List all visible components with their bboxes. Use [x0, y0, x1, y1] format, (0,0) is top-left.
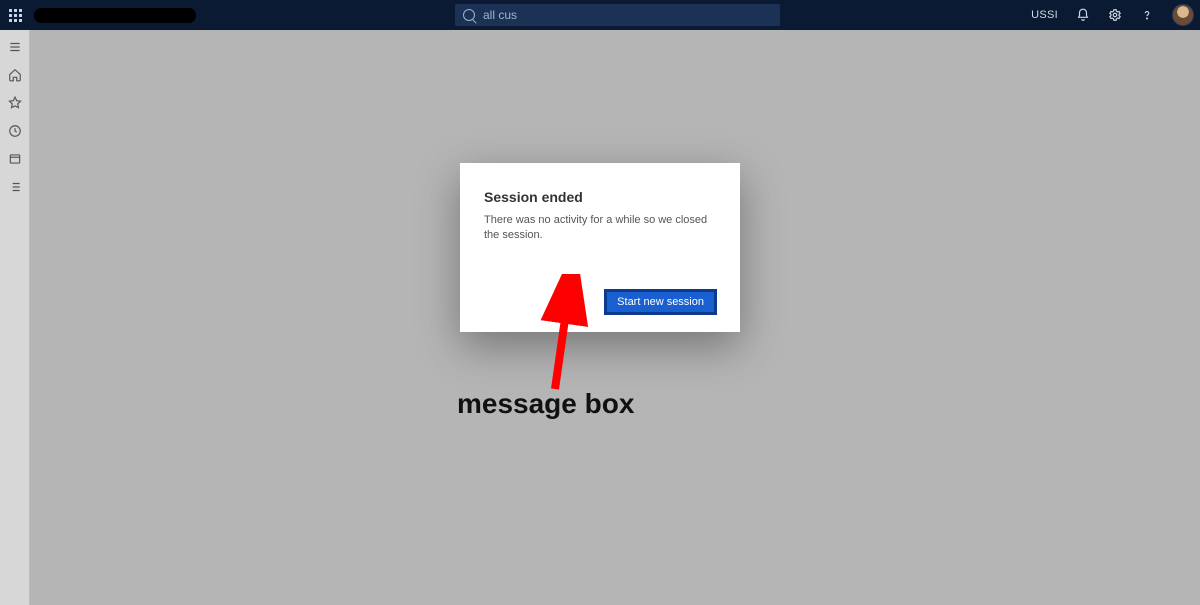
top-header: all cus USSI — [0, 0, 1200, 30]
workspace-icon[interactable] — [8, 152, 22, 166]
global-search-input[interactable]: all cus — [455, 4, 780, 26]
header-right-cluster: USSI — [1031, 0, 1194, 30]
org-label: USSI — [1031, 9, 1058, 21]
list-icon[interactable] — [8, 180, 22, 194]
left-sidebar — [0, 30, 30, 605]
redacted-title — [34, 8, 196, 23]
annotation-label: message box — [457, 388, 634, 420]
dialog-title: Session ended — [484, 189, 716, 205]
home-icon[interactable] — [8, 68, 22, 82]
search-icon — [463, 9, 475, 21]
gear-icon[interactable] — [1108, 8, 1122, 22]
dialog-footer: Start new session — [484, 290, 716, 314]
help-icon[interactable] — [1140, 8, 1154, 22]
app-launcher-button[interactable] — [0, 0, 30, 30]
star-icon[interactable] — [8, 96, 22, 110]
dialog-message: There was no activity for a while so we … — [484, 213, 716, 244]
search-text: all cus — [483, 8, 517, 22]
user-avatar[interactable] — [1172, 4, 1194, 26]
start-new-session-button[interactable]: Start new session — [605, 290, 716, 314]
waffle-icon — [9, 9, 22, 22]
clock-icon[interactable] — [8, 124, 22, 138]
hamburger-icon[interactable] — [8, 40, 22, 54]
session-ended-dialog: Session ended There was no activity for … — [460, 163, 740, 332]
notifications-icon[interactable] — [1076, 8, 1090, 22]
